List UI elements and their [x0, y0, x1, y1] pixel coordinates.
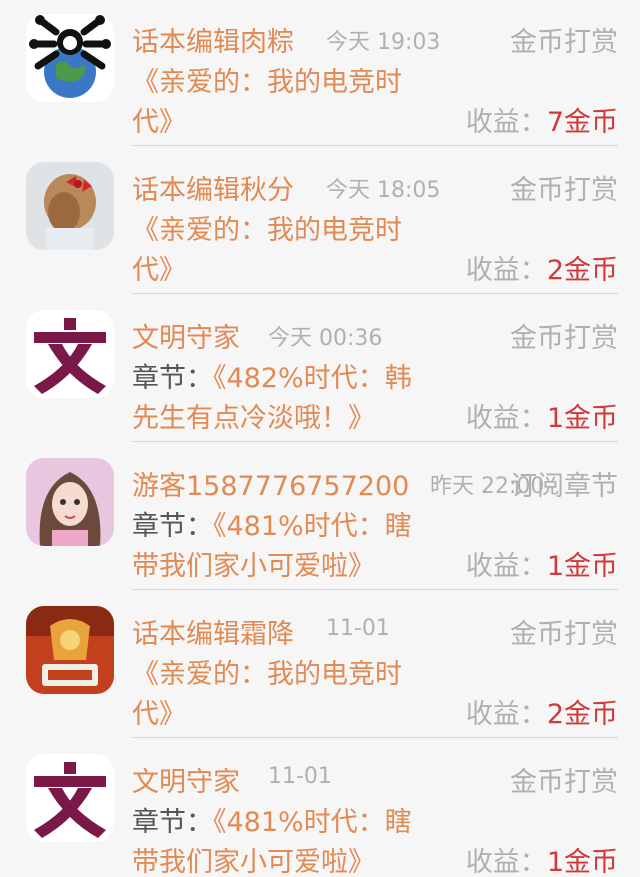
work-title-line1[interactable]: 《亲爱的：我的电竞时 [132, 60, 402, 99]
earnings-value: 1金币 [546, 847, 618, 877]
action-type: 金币打赏 [510, 323, 618, 354]
work-title[interactable]: 《亲爱的：我的电竞时 [132, 67, 402, 98]
list-item[interactable]: 文明守家 今天 00:36 金币打赏 章节：《482%时代：韩 先生有点冷淡哦！… [0, 296, 640, 444]
work-title-line2[interactable]: 带我们家小可爱啦》 [132, 840, 375, 877]
earnings: 收益：1金币 [466, 840, 618, 877]
list-item[interactable]: 话本编辑秋分 今天 18:05 金币打赏 《亲爱的：我的电竞时 代》 收益：2金… [0, 148, 640, 296]
work-title-line2[interactable]: 代》 [132, 248, 186, 287]
timestamp: 11-01 [326, 616, 390, 641]
earnings: 收益：2金币 [466, 692, 618, 731]
work-title-line2[interactable]: 先生有点冷淡哦！》 [132, 396, 375, 435]
chapter-prefix: 章节： [132, 363, 213, 394]
user-name[interactable]: 文明守家 [132, 316, 240, 355]
earnings-label: 收益： [465, 847, 547, 877]
reward-list: 话本编辑肉粽 今天 19:03 金币打赏 《亲爱的：我的电竞时 代》 收益：7金… [0, 0, 640, 877]
work-title-line1[interactable]: 章节：《482%时代：韩 [132, 356, 412, 395]
user-name[interactable]: 话本编辑霜降 [132, 612, 294, 651]
work-title-line1[interactable]: 章节：《481%时代：瞎 [132, 504, 412, 543]
earnings-label: 收益： [465, 699, 547, 730]
action-type: 金币打赏 [510, 27, 618, 58]
list-item[interactable]: 话本编辑霜降 11-01 金币打赏 《亲爱的：我的电竞时 代》 收益：2金币 [0, 592, 640, 740]
work-title[interactable]: 《亲爱的：我的电竞时 [132, 659, 402, 690]
row-divider [132, 293, 618, 294]
earnings-value: 7金币 [546, 107, 618, 138]
list-item[interactable]: 话本编辑肉粽 今天 19:03 金币打赏 《亲爱的：我的电竞时 代》 收益：7金… [0, 0, 640, 148]
plush-sign-avatar[interactable] [26, 606, 114, 694]
timestamp: 今天 19:03 [326, 30, 441, 55]
work-title-line1[interactable]: 《亲爱的：我的电竞时 [132, 652, 402, 691]
user-name[interactable]: 话本编辑肉粽 [132, 20, 294, 59]
chapter-prefix: 章节： [132, 511, 213, 542]
chapter-prefix: 章节： [132, 807, 213, 838]
timestamp: 今天 00:36 [268, 326, 383, 351]
earnings-value: 1金币 [546, 551, 618, 582]
action-type: 金币打赏 [510, 175, 618, 206]
list-item[interactable]: 游客1587776757200 昨天 22:00 订阅章节 章节：《481%时代… [0, 444, 640, 592]
earnings: 收益：2金币 [466, 248, 618, 287]
list-item[interactable]: 文明守家 11-01 金币打赏 章节：《481%时代：瞎 带我们家小可爱啦》 收… [0, 740, 640, 877]
earnings: 收益：7金币 [466, 100, 618, 139]
work-title-cont[interactable]: 代》 [132, 107, 186, 138]
work-title-line2[interactable]: 代》 [132, 100, 186, 139]
work-title[interactable]: 《482%时代：韩 [213, 363, 412, 394]
work-title-cont[interactable]: 代》 [132, 255, 186, 286]
work-title-line2[interactable]: 代》 [132, 692, 186, 731]
user-name[interactable]: 文明守家 [132, 760, 240, 799]
earnings: 收益：1金币 [466, 396, 618, 435]
row-divider [132, 145, 618, 146]
wen-character-avatar[interactable] [26, 310, 114, 398]
work-title-line1[interactable]: 《亲爱的：我的电竞时 [132, 208, 402, 247]
work-title-cont[interactable]: 先生有点冷淡哦！》 [132, 403, 375, 434]
earnings-label: 收益： [465, 107, 547, 138]
work-title-cont[interactable]: 代》 [132, 699, 186, 730]
timestamp: 今天 18:05 [326, 178, 441, 203]
user-name[interactable]: 话本编辑秋分 [132, 168, 294, 207]
action-type: 金币打赏 [510, 619, 618, 650]
earnings-label: 收益： [465, 255, 547, 286]
row-divider [132, 737, 618, 738]
earnings: 收益：1金币 [466, 544, 618, 583]
row-divider [132, 441, 618, 442]
cartoon-girl-avatar[interactable] [26, 458, 114, 546]
wen-character-avatar[interactable] [26, 754, 114, 842]
work-title-cont[interactable]: 带我们家小可爱啦》 [132, 847, 375, 877]
bear-earth-avatar[interactable] [26, 14, 114, 102]
row-divider [132, 589, 618, 590]
earnings-label: 收益： [465, 551, 547, 582]
user-name[interactable]: 游客1587776757200 [132, 464, 409, 503]
work-title[interactable]: 《481%时代：瞎 [213, 807, 412, 838]
work-title[interactable]: 《481%时代：瞎 [213, 511, 412, 542]
timestamp: 11-01 [268, 764, 332, 789]
work-title-line2[interactable]: 带我们家小可爱啦》 [132, 544, 375, 583]
earnings-value: 2金币 [546, 255, 618, 286]
action-type: 金币打赏 [510, 767, 618, 798]
earnings-label: 收益： [465, 403, 547, 434]
work-title[interactable]: 《亲爱的：我的电竞时 [132, 215, 402, 246]
earnings-value: 2金币 [546, 699, 618, 730]
hair-bow-avatar[interactable] [26, 162, 114, 250]
work-title-line1[interactable]: 章节：《481%时代：瞎 [132, 800, 412, 839]
action-type: 订阅章节 [510, 471, 618, 502]
work-title-cont[interactable]: 带我们家小可爱啦》 [132, 551, 375, 582]
earnings-value: 1金币 [546, 403, 618, 434]
